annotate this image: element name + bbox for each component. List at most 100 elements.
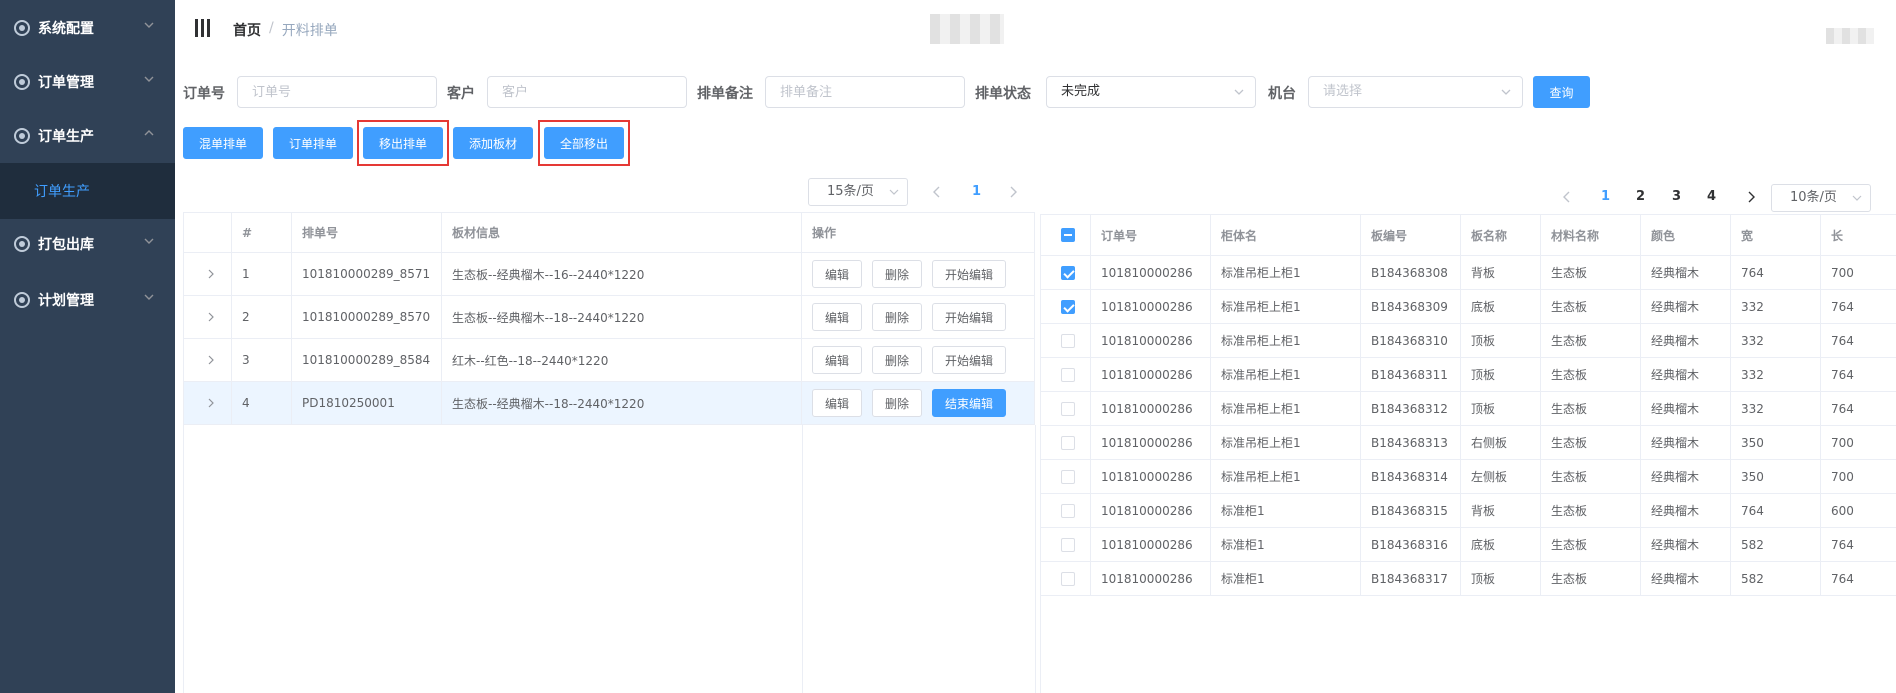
edit-button[interactable]: 编辑: [812, 303, 862, 331]
delete-button[interactable]: 删除: [872, 346, 922, 374]
mixed-schedule-button[interactable]: 混单排单: [183, 127, 263, 159]
right-next-page-icon[interactable]: [1746, 191, 1756, 203]
row-checkbox[interactable]: [1061, 435, 1075, 450]
remove-schedule-button[interactable]: 移出排单: [363, 127, 443, 159]
table-row[interactable]: 101810000286 标准吊柜上柜1 B184368314 左侧板 生态板 经典榴木 3…: [1041, 460, 1896, 494]
table-row[interactable]: 101810000286 标准柜1 B184368316 底板 生态板 经典榴木 582 76…: [1041, 528, 1896, 562]
remove-all-button[interactable]: 全部移出: [544, 127, 624, 159]
right-page-3[interactable]: 3: [1672, 189, 1681, 204]
start-edit-button[interactable]: 开始编辑: [932, 346, 1006, 374]
row-select-cell[interactable]: [1041, 562, 1091, 595]
row-select-cell[interactable]: [1041, 324, 1091, 357]
row-checkbox[interactable]: [1061, 503, 1075, 518]
machine-select[interactable]: 请选择: [1308, 76, 1523, 108]
right-page-4[interactable]: 4: [1707, 189, 1716, 204]
schedule-no: PD1810250001: [292, 382, 442, 424]
expand-cell[interactable]: [184, 382, 232, 424]
sidebar-item-system-config[interactable]: 系统配置: [0, 0, 175, 56]
customer-input[interactable]: [487, 76, 687, 108]
row-select-cell[interactable]: [1041, 290, 1091, 323]
chevron-down-icon: [1852, 195, 1862, 201]
table-row[interactable]: 1 101810000289_8571 生态板--经典榴木--16--2440*…: [184, 253, 1035, 296]
row-checkbox[interactable]: [1061, 265, 1075, 280]
order-schedule-button[interactable]: 订单排单: [273, 127, 353, 159]
status-select[interactable]: 未完成: [1046, 76, 1256, 108]
right-page-1[interactable]: 1: [1601, 189, 1610, 204]
board-no-cell: B184368315: [1361, 494, 1461, 527]
row-select-cell[interactable]: [1041, 460, 1091, 493]
table-row[interactable]: 101810000286 标准吊柜上柜1 B184368313 右侧板 生态板 经典榴木 3…: [1041, 426, 1896, 460]
cabinet-name-cell: 标准吊柜上柜1: [1211, 426, 1361, 459]
material-name-cell: 生态板: [1541, 256, 1641, 289]
left-page-size-select[interactable]: 15条/页: [808, 178, 908, 206]
sidebar-item-plan-management[interactable]: 计划管理: [0, 272, 175, 328]
row-checkbox[interactable]: [1061, 299, 1075, 314]
expand-cell[interactable]: [184, 296, 232, 338]
table-row[interactable]: 101810000286 标准柜1 B184368315 背板 生态板 经典榴木 764 60…: [1041, 494, 1896, 528]
order-no-input[interactable]: [237, 76, 437, 108]
row-select-cell[interactable]: [1041, 494, 1091, 527]
row-select-cell[interactable]: [1041, 358, 1091, 391]
select-all-checkbox[interactable]: [1061, 228, 1075, 242]
sidebar-item-order-production[interactable]: 订单生产: [0, 108, 175, 164]
left-page-number[interactable]: 1: [972, 184, 981, 199]
breadcrumb-home[interactable]: 首页: [233, 20, 261, 40]
row-checkbox[interactable]: [1061, 469, 1075, 484]
blurred-user-region: [1826, 28, 1874, 44]
column-header: 宽: [1731, 215, 1821, 255]
table-row[interactable]: 101810000286 标准吊柜上柜1 B184368309 底板 生态板 经典榴木 33…: [1041, 290, 1896, 324]
right-page-size-select[interactable]: 10条/页: [1771, 184, 1871, 212]
table-row[interactable]: 3 101810000289_8584 红木--红色--18--2440*122…: [184, 339, 1035, 382]
remark-input[interactable]: [765, 76, 965, 108]
row-select-cell[interactable]: [1041, 528, 1091, 561]
row-actions: 编辑 删除 开始编辑: [802, 253, 1035, 295]
sidebar-item-packing-outbound[interactable]: 打包出库: [0, 216, 175, 272]
row-checkbox[interactable]: [1061, 367, 1075, 382]
edit-button[interactable]: 编辑: [812, 346, 862, 374]
left-next-page-icon[interactable]: [1008, 186, 1018, 198]
select-all-cell[interactable]: [1041, 215, 1091, 255]
table-row-selected[interactable]: 4 PD1810250001 生态板--经典榴木--18--2440*1220 …: [184, 382, 1035, 425]
breadcrumb-separator: /: [269, 20, 274, 36]
table-row[interactable]: 101810000286 标准吊柜上柜1 B184368311 顶板 生态板 经典榴木 33…: [1041, 358, 1896, 392]
hamburger-icon[interactable]: [195, 19, 211, 37]
row-select-cell[interactable]: [1041, 256, 1091, 289]
table-row[interactable]: 101810000286 标准吊柜上柜1 B184368308 背板 生态板 经典榴木 76…: [1041, 256, 1896, 290]
expand-cell[interactable]: [184, 253, 232, 295]
machine-select-placeholder: 请选择: [1323, 84, 1363, 99]
right-prev-page-icon[interactable]: [1562, 191, 1572, 203]
table-row[interactable]: 101810000286 标准吊柜上柜1 B184368310 顶板 生态板 经典榴木 33…: [1041, 324, 1896, 358]
row-select-cell[interactable]: [1041, 426, 1091, 459]
right-page-2[interactable]: 2: [1636, 189, 1645, 204]
expand-cell[interactable]: [184, 339, 232, 381]
query-button[interactable]: 查询: [1533, 76, 1590, 108]
left-prev-page-icon[interactable]: [932, 186, 942, 198]
sidebar-item-order-management[interactable]: 订单管理: [0, 54, 175, 110]
row-checkbox[interactable]: [1061, 401, 1075, 416]
gear-icon: [14, 128, 30, 144]
table-row[interactable]: 101810000286 标准吊柜上柜1 B184368312 顶板 生态板 经典榴木 33…: [1041, 392, 1896, 426]
chevron-right-icon[interactable]: [206, 269, 216, 279]
chevron-right-icon[interactable]: [206, 312, 216, 322]
sidebar-subitem-order-production[interactable]: 订单生产: [0, 163, 175, 219]
row-checkbox[interactable]: [1061, 333, 1075, 348]
delete-button[interactable]: 删除: [872, 303, 922, 331]
sidebar-subitem-label: 订单生产: [34, 184, 90, 200]
order-no-cell: 101810000286: [1091, 290, 1211, 323]
edit-button[interactable]: 编辑: [812, 260, 862, 288]
add-board-button[interactable]: 添加板材: [453, 127, 533, 159]
table-row[interactable]: 2 101810000289_8570 生态板--经典榴木--18--2440*…: [184, 296, 1035, 339]
delete-button[interactable]: 删除: [872, 260, 922, 288]
row-checkbox[interactable]: [1061, 537, 1075, 552]
edit-button[interactable]: 编辑: [812, 389, 862, 417]
row-select-cell[interactable]: [1041, 392, 1091, 425]
end-edit-button[interactable]: 结束编辑: [932, 389, 1006, 417]
chevron-right-icon[interactable]: [206, 398, 216, 408]
start-edit-button[interactable]: 开始编辑: [932, 303, 1006, 331]
table-row[interactable]: 101810000286 标准柜1 B184368317 顶板 生态板 经典榴木 582 76…: [1041, 562, 1896, 596]
board-no-cell: B184368314: [1361, 460, 1461, 493]
row-checkbox[interactable]: [1061, 571, 1075, 586]
start-edit-button[interactable]: 开始编辑: [932, 260, 1006, 288]
delete-button[interactable]: 删除: [872, 389, 922, 417]
chevron-right-icon[interactable]: [206, 355, 216, 365]
